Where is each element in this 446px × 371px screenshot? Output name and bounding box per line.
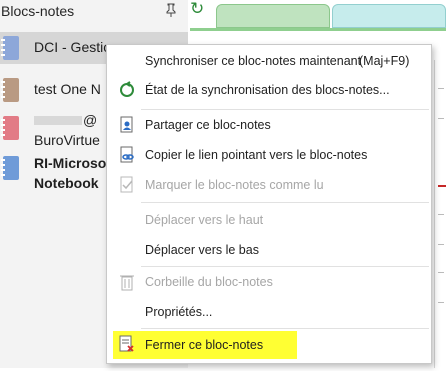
sync-icon[interactable]: ↻ [190, 0, 206, 20]
menu-separator [141, 109, 429, 110]
menu-item-sync-status[interactable]: État de la synchronisation des blocs-not… [107, 77, 431, 103]
close-notebook-icon [119, 335, 134, 352]
recycle-bin-icon [120, 275, 134, 291]
menu-item-recycle-bin[interactable]: Corbeille du bloc-notes [107, 269, 431, 295]
pin-icon[interactable] [165, 3, 177, 17]
section-tabbar [210, 0, 446, 28]
menu-item-label: Marquer le bloc-notes comme lu [145, 178, 324, 192]
menu-separator [141, 328, 429, 329]
notebook-icon [1, 78, 19, 102]
notebook-label: @ [83, 112, 98, 128]
menu-item-label: Copier le lien pointant vers le bloc-not… [145, 148, 368, 162]
section-tab[interactable] [216, 4, 330, 28]
notebook-icon [1, 36, 19, 60]
menu-item-mark-read[interactable]: Marquer le bloc-notes comme lu [107, 172, 431, 198]
menu-item-move-down[interactable]: Déplacer vers le bas [107, 237, 431, 263]
page-marker [438, 88, 444, 89]
panel-header: Blocs-notes [0, 0, 188, 24]
page-marker [438, 244, 444, 245]
page-marker [438, 118, 444, 119]
copy-link-icon [120, 146, 134, 163]
menu-item-label: Propriétés... [145, 305, 213, 319]
menu-item-properties[interactable]: Propriétés... [107, 299, 431, 325]
panel-title: Blocs-notes [1, 3, 75, 19]
redacted-text [34, 116, 82, 125]
menu-item-sync-now[interactable]: Synchroniser ce bloc-notes maintenant (M… [107, 48, 431, 74]
menu-item-shortcut: (Maj+F9) [359, 54, 410, 68]
page-marker-red [438, 185, 446, 187]
menu-item-close-notebook[interactable]: Fermer ce bloc-notes [113, 331, 297, 359]
menu-separator [141, 266, 429, 267]
section-tab[interactable] [332, 4, 446, 28]
menu-item-move-up[interactable]: Déplacer vers le haut [107, 207, 431, 233]
mark-read-icon [120, 176, 133, 193]
menu-item-label: Partager ce bloc-notes [145, 118, 271, 132]
page-marker [438, 214, 444, 215]
notebook-label: DCI - Gestio [34, 39, 112, 55]
notebook-label: Notebook [34, 175, 99, 191]
notebook-label: RI-Microso [34, 155, 107, 171]
menu-item-label: Synchroniser ce bloc-notes maintenant [145, 54, 362, 68]
notebook-label: test One N [34, 81, 101, 97]
page-marker [438, 302, 444, 303]
menu-item-label: État de la synchronisation des blocs-not… [145, 83, 390, 97]
share-icon [120, 116, 133, 133]
page-marker [438, 272, 444, 273]
notebook-label: BuroVirtue [34, 132, 100, 148]
menu-item-label: Déplacer vers le haut [145, 213, 264, 227]
notebook-icon [1, 156, 19, 180]
menu-separator [141, 202, 429, 203]
notebook-icon [1, 116, 19, 140]
menu-item-label: Déplacer vers le bas [145, 243, 259, 257]
menu-item-label: Corbeille du bloc-notes [145, 275, 273, 289]
sync-icon [120, 81, 134, 97]
menu-item-copy-link[interactable]: Copier le lien pointant vers le bloc-not… [107, 142, 431, 168]
menu-item-label: Fermer ce bloc-notes [145, 338, 264, 352]
menu-item-share[interactable]: Partager ce bloc-notes [107, 112, 431, 138]
notebook-context-menu: Synchroniser ce bloc-notes maintenant (M… [106, 44, 432, 364]
